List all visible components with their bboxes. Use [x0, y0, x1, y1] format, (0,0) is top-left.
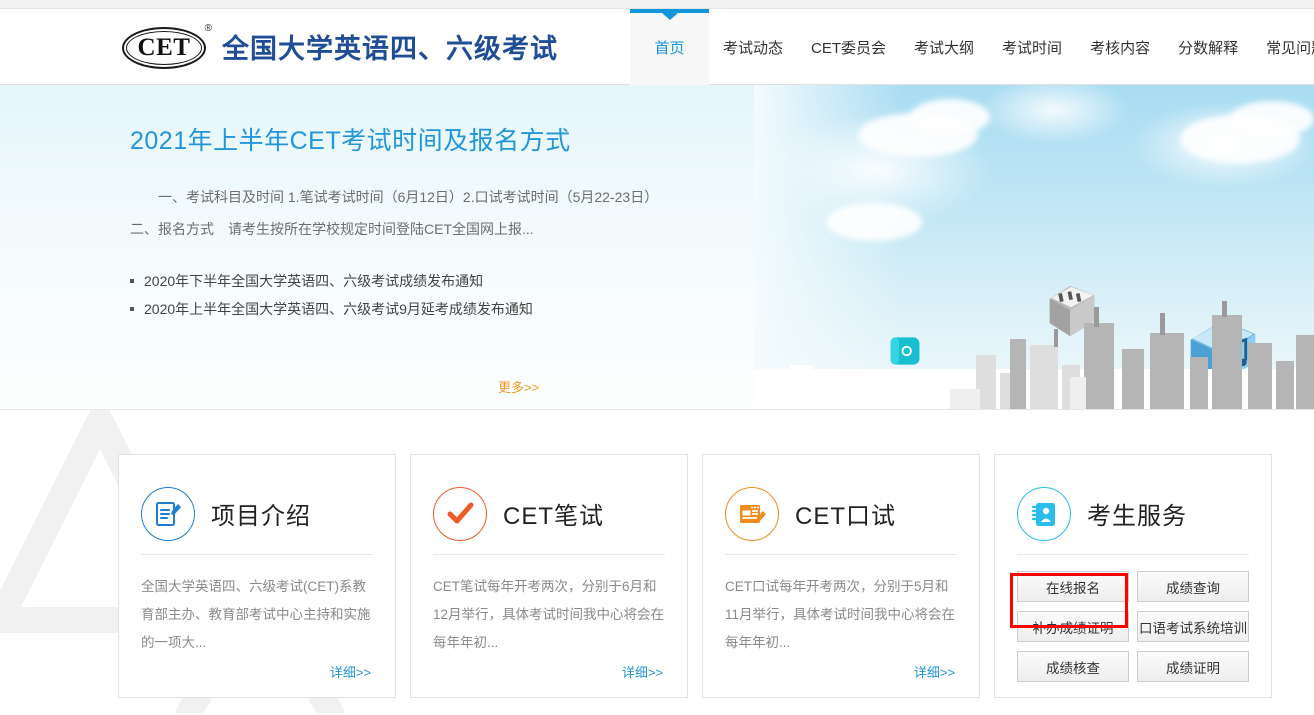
hero-news-item[interactable]: 2020年下半年全国大学英语四、六级考试成绩发布通知 [130, 267, 670, 295]
form-pen-icon [725, 486, 779, 541]
card-more-link[interactable]: 详细>> [330, 662, 371, 681]
card-header: 项目介绍 [141, 473, 373, 555]
hero-news-list: 2020年下半年全国大学英语四、六级考试成绩发布通知 2020年上半年全国大学英… [130, 267, 670, 323]
cet-logo[interactable]: CET ® [118, 21, 212, 73]
card-body-text: CET口试每年开考两次，分别于5月和11月举行，具体考试时间我中心将会在每年年初… [725, 579, 956, 650]
hero-content: 2021年上半年CET考试时间及报名方式 一、考试科目及时间 1.笔试考试时间（… [130, 121, 670, 323]
nav-item-syllabus[interactable]: 考试大纲 [900, 9, 988, 85]
card-row: 项目介绍 全国大学英语四、六级考试(CET)系教育部主办、教育部考试中心主持和实… [118, 454, 1314, 698]
logo-text: CET [137, 33, 191, 61]
card-body-text: CET笔试每年开考两次，分别于6月和12月举行，具体考试时间我中心将会在每年年初… [433, 579, 665, 650]
hero-more-link[interactable]: 更多>> [498, 377, 539, 396]
brand[interactable]: CET ® 全国大学英语四、六级考试 [118, 21, 558, 73]
nav-item-exam-time[interactable]: 考试时间 [988, 9, 1076, 85]
nav-item-exam-news[interactable]: 考试动态 [709, 9, 797, 85]
service-button-reissue-certificate[interactable]: 补办成绩证明 [1017, 611, 1129, 642]
card-header: CET口试 [725, 473, 957, 555]
card-more-link[interactable]: 详细>> [914, 662, 955, 681]
main-content: 项目介绍 全国大学英语四、六级考试(CET)系教育部主办、教育部考试中心主持和实… [0, 410, 1314, 713]
hero-news-item[interactable]: 2020年上半年全国大学英语四、六级考试9月延考成绩发布通知 [130, 295, 670, 323]
card-title: CET笔试 [503, 503, 604, 530]
card-cet-oral[interactable]: CET口试 CET口试每年开考两次，分别于5月和11月举行，具体考试时间我中心将… [702, 454, 980, 698]
city-skyline-illustration [754, 301, 1314, 409]
registered-mark-icon: ® [204, 22, 212, 34]
brand-title: 全国大学英语四、六级考试 [222, 34, 558, 64]
service-button-oral-training[interactable]: 口语考试系统培训 [1137, 611, 1249, 642]
card-candidate-services[interactable]: 考生服务 在线报名 成绩查询 补办成绩证明 口语考试系统培训 成绩核查 成绩证明 [994, 454, 1272, 698]
cloud-icon [1230, 101, 1314, 137]
site-header: CET ® 全国大学英语四、六级考试 首页 考试动态 CET委员会 考试大纲 考… [0, 9, 1314, 85]
card-more-link[interactable]: 详细>> [622, 662, 663, 681]
check-icon [433, 486, 487, 541]
nav-item-exam-content[interactable]: 考核内容 [1076, 9, 1164, 85]
card-title: CET口试 [795, 503, 896, 530]
main-navigation[interactable]: 首页 考试动态 CET委员会 考试大纲 考试时间 考核内容 分数解释 常见问题 [630, 9, 1314, 85]
service-button-score-query[interactable]: 成绩查询 [1137, 571, 1249, 602]
nav-item-home[interactable]: 首页 [630, 9, 709, 85]
service-button-grid: 在线报名 成绩查询 补办成绩证明 口语考试系统培训 成绩核查 成绩证明 [1017, 571, 1249, 682]
card-project-intro[interactable]: 项目介绍 全国大学英语四、六级考试(CET)系教育部主办、教育部考试中心主持和实… [118, 454, 396, 698]
hero-description: 一、考试科目及时间 1.笔试考试时间（6月12日）2.口试考试时间（5月22-2… [130, 189, 659, 237]
service-button-online-registration[interactable]: 在线报名 [1017, 571, 1129, 602]
cloud-icon [910, 99, 990, 135]
service-button-score-certificate[interactable]: 成绩证明 [1137, 651, 1249, 682]
top-strip [0, 0, 1314, 9]
hero-title[interactable]: 2021年上半年CET考试时间及报名方式 [130, 121, 670, 157]
card-title: 项目介绍 [211, 503, 311, 530]
card-header: CET笔试 [433, 473, 665, 555]
nav-item-faq[interactable]: 常见问题 [1252, 9, 1314, 85]
contact-book-icon [1017, 486, 1071, 541]
card-body-text: 全国大学英语四、六级考试(CET)系教育部主办、教育部考试中心主持和实施的一项大… [141, 579, 371, 650]
document-pen-icon [141, 486, 195, 541]
card-header: 考生服务 [1017, 473, 1249, 555]
nav-item-score-explanation[interactable]: 分数解释 [1164, 9, 1252, 85]
nav-item-cet-committee[interactable]: CET委员会 [797, 9, 900, 85]
card-title: 考生服务 [1087, 503, 1187, 530]
cloud-icon [826, 203, 922, 241]
hero-banner: 2021年上半年CET考试时间及报名方式 一、考试科目及时间 1.笔试考试时间（… [0, 85, 1314, 410]
service-button-score-verification[interactable]: 成绩核查 [1017, 651, 1129, 682]
card-cet-written[interactable]: CET笔试 CET笔试每年开考两次，分别于6月和12月举行，具体考试时间我中心将… [410, 454, 688, 698]
